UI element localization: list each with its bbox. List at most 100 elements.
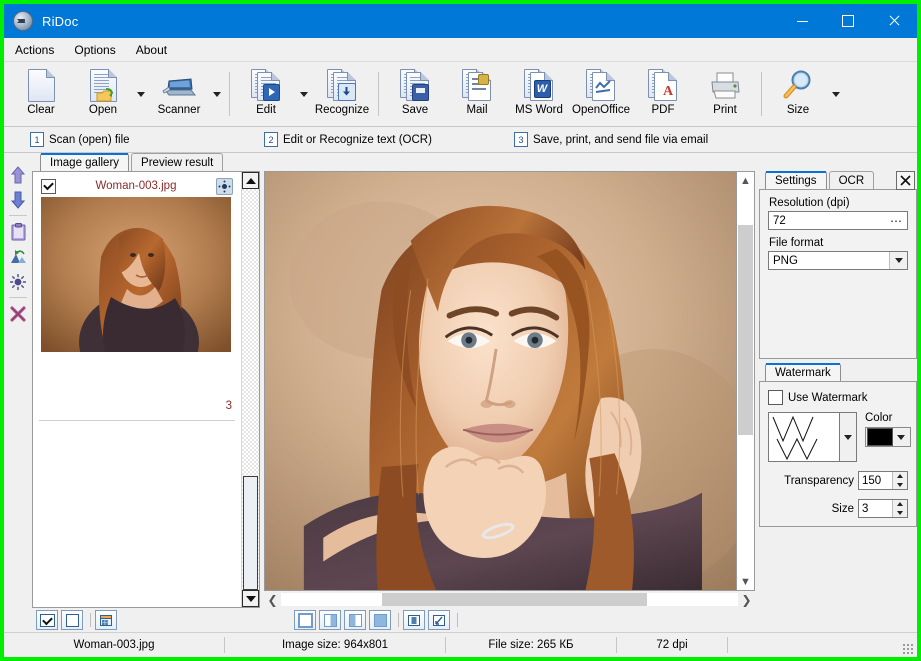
menu-about[interactable]: About xyxy=(127,41,176,59)
crop-vertical-icon xyxy=(408,615,420,626)
status-file-size: File size: 265 КБ xyxy=(446,633,616,657)
chevron-down-icon xyxy=(897,435,905,440)
fill-page-button[interactable] xyxy=(369,610,391,630)
window-title: RiDoc xyxy=(42,14,78,29)
transparency-decrement-button[interactable] xyxy=(893,481,907,490)
viewer-scroll-up-button[interactable]: ▲ xyxy=(737,172,754,189)
maximize-button[interactable] xyxy=(825,4,871,38)
thumbnail-checkbox[interactable] xyxy=(41,179,56,194)
ellipsis-icon[interactable]: ⋯ xyxy=(890,214,905,228)
magnifier-icon xyxy=(781,68,815,102)
use-watermark-row[interactable]: Use Watermark xyxy=(768,390,908,405)
toolbar-msword-button[interactable]: W MS Word xyxy=(508,65,570,123)
tab-ocr[interactable]: OCR xyxy=(829,171,875,189)
step-2-label: Edit or Recognize text (OCR) xyxy=(283,134,432,146)
gallery-scroll-up-button[interactable] xyxy=(242,172,259,189)
gallery-thumbnail-item[interactable]: Woman-003.jpg xyxy=(39,177,235,352)
left-strip-separator-2 xyxy=(9,297,27,298)
tab-preview-result[interactable]: Preview result xyxy=(131,153,223,171)
toolbar-separator-1 xyxy=(229,72,230,116)
watermark-pattern-dropdown-button[interactable] xyxy=(840,412,857,462)
gallery-scroll-thumb[interactable] xyxy=(243,476,258,590)
size-spin-buttons xyxy=(892,500,907,517)
viewer-hscroll-thumb[interactable] xyxy=(382,593,647,606)
file-format-label: File format xyxy=(769,237,908,249)
brightness-icon[interactable] xyxy=(7,269,29,294)
settings-close-button[interactable] xyxy=(896,171,915,190)
grid-view-button[interactable] xyxy=(95,610,117,630)
toolbar-scanner-button[interactable]: Scanner xyxy=(148,65,210,123)
file-format-dropdown-button[interactable] xyxy=(889,252,907,269)
close-button[interactable] xyxy=(871,4,917,38)
size-increment-button[interactable] xyxy=(893,500,907,509)
tab-image-gallery[interactable]: Image gallery xyxy=(40,153,129,171)
resolution-field[interactable]: 72 ⋯ xyxy=(768,211,908,230)
file-format-combo[interactable]: PNG xyxy=(768,251,908,270)
tab-watermark[interactable]: Watermark xyxy=(765,363,841,381)
chevron-down-icon xyxy=(213,92,221,97)
toolbar-openoffice-button[interactable]: OpenOffice xyxy=(570,65,632,123)
viewer-vertical-scrollbar[interactable]: ▲ ▼ xyxy=(737,171,755,591)
crop-corner-button[interactable] xyxy=(428,610,450,630)
split-right-button[interactable] xyxy=(344,610,366,630)
maximize-icon xyxy=(842,15,854,27)
viewer-scroll-track[interactable] xyxy=(737,189,754,573)
use-watermark-checkbox[interactable] xyxy=(768,390,783,405)
watermark-color-control[interactable] xyxy=(865,427,911,447)
tab-settings[interactable]: Settings xyxy=(765,171,827,189)
rotate-image-icon[interactable] xyxy=(7,244,29,269)
split-left-button[interactable] xyxy=(319,610,341,630)
viewer-horizontal-scrollbar[interactable]: ❮ ❯ xyxy=(264,591,755,608)
toolbar-mail-button[interactable]: Mail xyxy=(446,65,508,123)
toolbar-size-button[interactable]: Size xyxy=(767,65,829,123)
watermark-preview-row: Color xyxy=(768,412,908,462)
toolbar-save-button[interactable]: Save xyxy=(384,65,446,123)
resize-grip-icon[interactable] xyxy=(902,643,914,655)
crop-vertical-button[interactable] xyxy=(403,610,425,630)
toolbar-pdf-button[interactable]: A PDF xyxy=(632,65,694,123)
image-canvas[interactable] xyxy=(264,171,737,591)
watermark-color-dropdown-button[interactable] xyxy=(893,435,909,440)
gallery-scroll-down-button[interactable] xyxy=(242,590,259,607)
viewer-scroll-down-button[interactable]: ▼ xyxy=(737,573,754,590)
size-spinner[interactable]: 3 xyxy=(858,499,908,518)
toolbar-print-button[interactable]: Print xyxy=(694,65,756,123)
toolbar-size-dropdown[interactable] xyxy=(829,65,843,123)
size-decrement-button[interactable] xyxy=(893,509,907,518)
chevron-down-icon xyxy=(832,92,840,97)
delete-x-icon[interactable] xyxy=(7,301,29,326)
menu-options[interactable]: Options xyxy=(65,41,124,59)
fit-page-button[interactable] xyxy=(294,610,316,630)
gallery-vertical-scrollbar[interactable] xyxy=(241,172,259,607)
transparency-spinner[interactable]: 150 xyxy=(858,471,908,490)
toolbar-recognize-button[interactable]: Recognize xyxy=(311,65,373,123)
thumbnail-image xyxy=(41,197,231,352)
bottom-icon-row xyxy=(32,608,917,632)
toolbar-scanner-dropdown[interactable] xyxy=(210,65,224,123)
deselect-all-button[interactable] xyxy=(61,610,83,630)
watermark-pattern-combo[interactable] xyxy=(768,412,857,462)
select-all-button[interactable] xyxy=(36,610,58,630)
move-up-arrow-icon[interactable] xyxy=(7,162,29,187)
transparency-increment-button[interactable] xyxy=(893,472,907,481)
toolbar-open-button[interactable]: Open xyxy=(72,65,134,123)
uncheck-all-icon xyxy=(66,614,79,627)
gallery-scroll-track[interactable] xyxy=(242,189,259,590)
viewer-hscroll-track[interactable] xyxy=(281,593,738,606)
clipboard-icon[interactable] xyxy=(7,219,29,244)
toolbar-clear-button[interactable]: Clear xyxy=(10,65,72,123)
step-2: 2 Edit or Recognize text (OCR) xyxy=(264,132,432,147)
gallery-list[interactable]: Woman-003.jpg xyxy=(33,172,241,607)
toolbar-edit-button[interactable]: Edit xyxy=(235,65,297,123)
viewer-scroll-thumb[interactable] xyxy=(738,225,753,435)
minimize-button[interactable] xyxy=(779,4,825,38)
menu-actions[interactable]: Actions xyxy=(6,41,63,59)
thumbnail-brightness-icon[interactable] xyxy=(216,178,233,195)
toolbar-save-label: Save xyxy=(402,104,428,116)
viewer-next-page-button[interactable]: ❯ xyxy=(738,593,755,607)
status-bar: Woman-003.jpg Image size: 964x801 File s… xyxy=(4,632,917,657)
toolbar-edit-dropdown[interactable] xyxy=(297,65,311,123)
move-down-arrow-icon[interactable] xyxy=(7,187,29,212)
toolbar-open-dropdown[interactable] xyxy=(134,65,148,123)
viewer-prev-page-button[interactable]: ❮ xyxy=(264,593,281,607)
